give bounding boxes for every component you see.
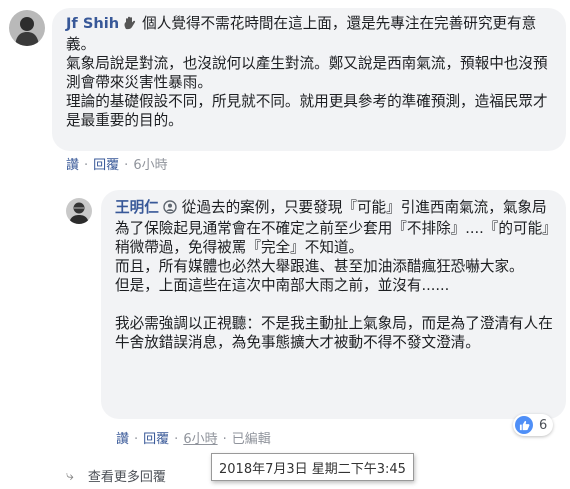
comment-actions-1: 讚 · 回覆 · 6小時 (66, 154, 168, 173)
reply-link[interactable]: 回覆 (93, 154, 119, 173)
comment-paragraph: 理論的基礎假設不同，所見就不同。就用更具參考的準確預測，造福民眾才是最重要的目的… (66, 93, 548, 129)
comment-author-link[interactable]: 王明仁 (115, 199, 159, 216)
separator-dot: · (134, 432, 139, 447)
comment-paragraph: 我必需強調以正視聽：不是我主動扯上氣象局，而是為了澄清有人在牛舍放錯誤消息，為免… (115, 315, 553, 351)
separator-dot: · (222, 432, 227, 447)
separator-dot: · (124, 158, 129, 173)
timestamp-link[interactable]: 6小時 (183, 428, 217, 447)
comment-paragraph: 氣象局說是對流，也沒說何以產生對流。鄭又說是西南氣流，預報中也沒預測會帶來災害性… (66, 55, 548, 91)
tooltip-text: 2018年7月3日 星期二下午3:45 (219, 461, 406, 477)
avatar-jf-shih[interactable] (9, 10, 45, 46)
comment-actions-2: 讚 · 回覆 · 6小時 · 已編輯 (116, 428, 271, 447)
comment-text-1: Jf Shih 個人覺得不需花時間在這上面，還是先專注在完善研究更有意義。 氣象局… (66, 14, 554, 130)
comment-bubble-2: 王明仁 從過去的案例，只要發現『可能』引進西南氣流，氣象局為了保險起見通常會在不確… (101, 190, 566, 419)
wave-hand-icon (123, 16, 137, 35)
timestamp-link[interactable]: 6小時 (133, 154, 167, 173)
reply-arrow-icon: ⤷ (66, 467, 74, 484)
avatar-photo (9, 10, 45, 46)
avatar-wang-ming-ren[interactable] (66, 198, 92, 224)
like-reaction-icon (515, 416, 533, 434)
comment-paragraph: 而且，所有媒體也必然大舉跟進、甚至加油添醋瘋狂恐嚇大家。 (115, 258, 524, 275)
reply-link[interactable]: 回覆 (143, 428, 169, 447)
separator-dot: · (84, 158, 89, 173)
reaction-summary[interactable]: 6 (513, 414, 554, 436)
edited-link[interactable]: 已編輯 (232, 428, 271, 447)
comment-paragraph: 從過去的案例，只要發現『可能』引進西南氣流，氣象局為了保險起見通常會在不確定之前… (115, 199, 550, 256)
comment-text-2: 王明仁 從過去的案例，只要發現『可能』引進西南氣流，氣象局為了保險起見通常會在不確… (115, 198, 556, 352)
separator-dot: · (174, 432, 179, 447)
reaction-count: 6 (539, 417, 548, 433)
comment-author-link[interactable]: Jf Shih (66, 15, 119, 32)
like-link[interactable]: 讚 (66, 154, 79, 173)
timestamp-tooltip: 2018年7月3日 星期二下午3:45 (211, 453, 414, 481)
view-more-replies[interactable]: ⤷ 查看更多回覆 (66, 466, 166, 486)
view-more-label: 查看更多回覆 (87, 470, 166, 485)
profile-badge-icon (163, 200, 177, 219)
comment-paragraph: 但是，上面這些在這次中南部大雨之前，並沒有...... (115, 277, 450, 294)
avatar-photo (66, 198, 92, 224)
comment-bubble-1: Jf Shih 個人覺得不需花時間在這上面，還是先專注在完善研究更有意義。 氣象局… (52, 8, 566, 151)
like-link[interactable]: 讚 (116, 428, 129, 447)
